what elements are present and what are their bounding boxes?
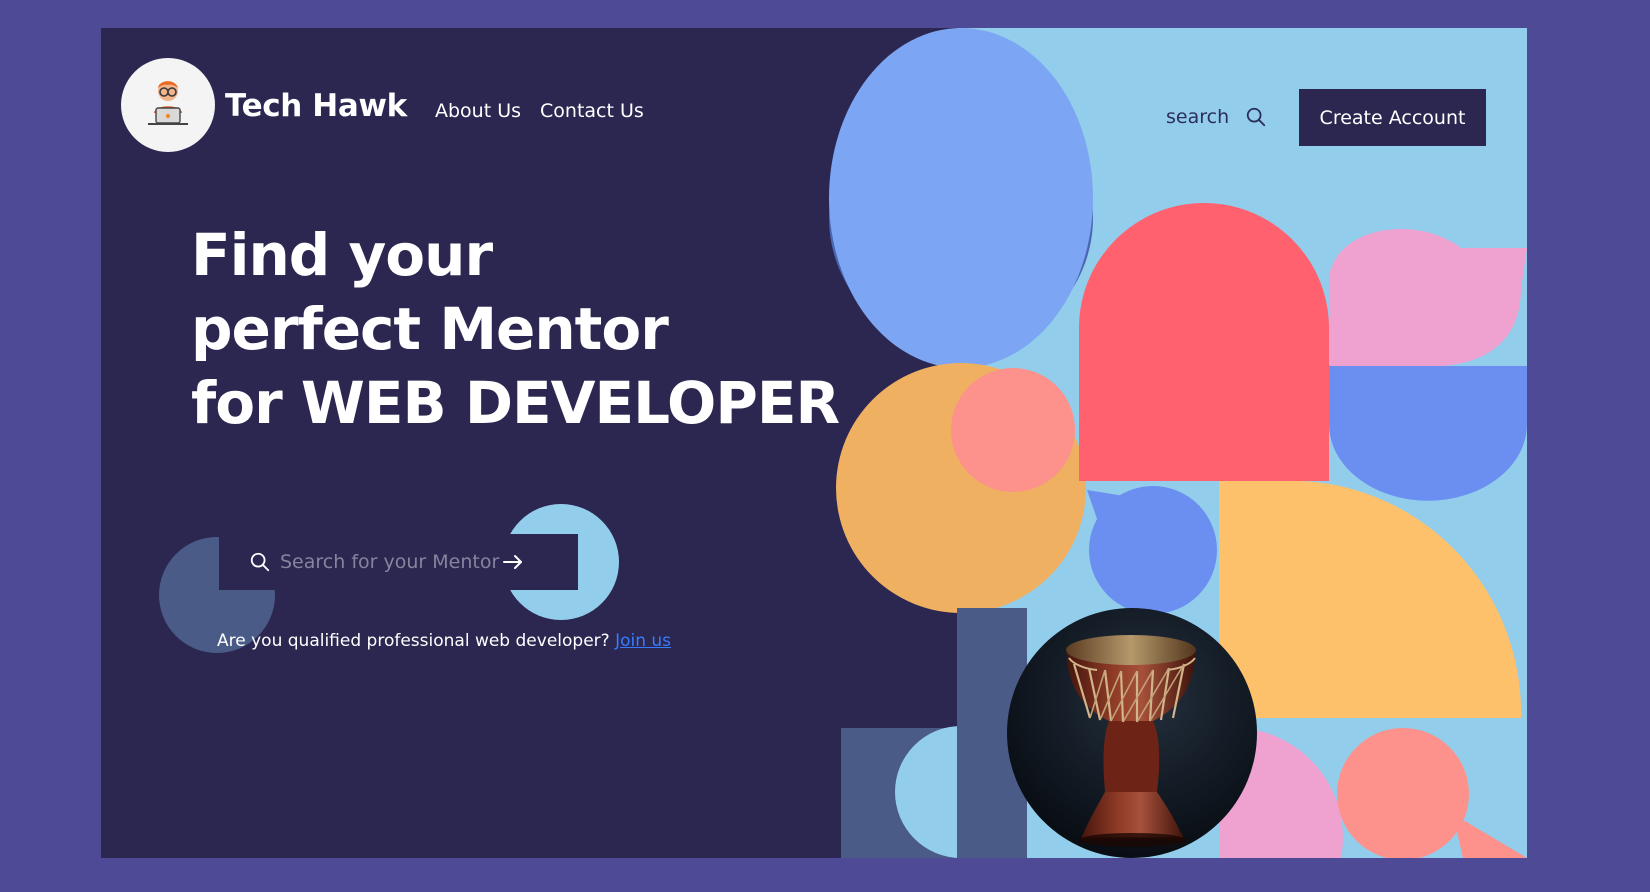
header-search-label: search bbox=[1166, 106, 1230, 128]
join-us-link[interactable]: Join us bbox=[615, 631, 671, 651]
join-prompt: Are you qualified professional web devel… bbox=[217, 631, 671, 651]
hero-heading-line-1: Find your bbox=[191, 221, 493, 289]
developer-avatar-icon bbox=[148, 81, 188, 125]
hero-heading-line-3: for WEB DEVELOPER bbox=[191, 369, 840, 437]
landing-page: Tech Hawk About Us Contact Us search Cre… bbox=[101, 28, 1527, 858]
peach-lower-circle bbox=[1337, 728, 1469, 858]
brand-name[interactable]: Tech Hawk bbox=[225, 88, 407, 124]
red-arch bbox=[1079, 203, 1329, 481]
peach-circle bbox=[951, 368, 1075, 492]
nav-contact-us[interactable]: Contact Us bbox=[540, 100, 644, 122]
create-account-button[interactable]: Create Account bbox=[1299, 89, 1486, 146]
pink-petal bbox=[1329, 229, 1527, 367]
header-search[interactable]: search bbox=[1166, 106, 1267, 128]
djembe-drum-image bbox=[1007, 608, 1257, 858]
arrow-right-icon[interactable] bbox=[501, 550, 525, 574]
logo-avatar[interactable] bbox=[121, 58, 215, 152]
decorative-shapes bbox=[159, 28, 1527, 858]
mentor-search-box bbox=[219, 534, 578, 590]
hero-heading-line-2: perfect Mentor bbox=[191, 295, 669, 363]
light-blue-oval bbox=[829, 28, 1093, 368]
mentor-search-input[interactable] bbox=[280, 551, 515, 573]
join-text: Are you qualified professional web devel… bbox=[217, 631, 610, 651]
hero-heading: Find your perfect Mentor for WEB DEVELOP… bbox=[191, 218, 840, 440]
search-icon[interactable] bbox=[1245, 106, 1267, 128]
main-navigation: About Us Contact Us bbox=[435, 100, 644, 122]
nav-about-us[interactable]: About Us bbox=[435, 100, 521, 122]
search-icon bbox=[250, 552, 270, 572]
